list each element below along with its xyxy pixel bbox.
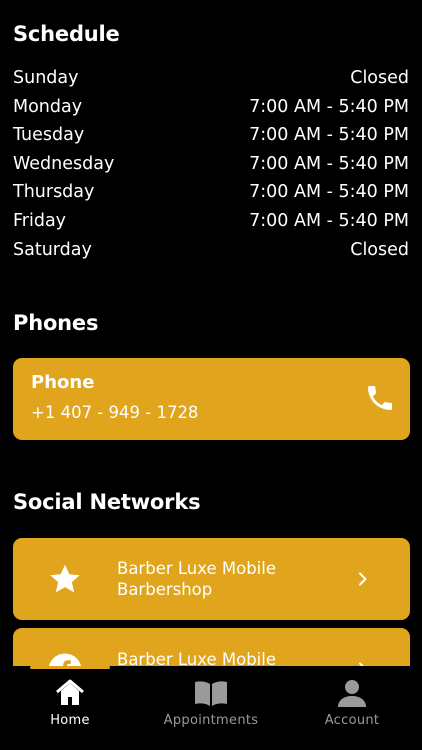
star-icon (50, 564, 80, 593)
schedule-day: Friday (13, 211, 67, 231)
schedule-row-friday: Friday 7:00 AM - 5:40 PM (13, 207, 409, 235)
schedule-row-wednesday: Wednesday 7:00 AM - 5:40 PM (13, 150, 409, 178)
phones-title: Phones (13, 311, 99, 335)
home-icon (56, 679, 84, 705)
tab-home[interactable]: Home (0, 678, 140, 728)
social-label: Barber Luxe Mobile (117, 650, 277, 666)
facebook-icon (48, 653, 82, 666)
schedule-day: Sunday (13, 68, 79, 88)
schedule-row-monday: Monday 7:00 AM - 5:40 PM (13, 93, 409, 121)
schedule-hours: 7:00 AM - 5:40 PM (249, 97, 409, 117)
phone-label: Phone (31, 372, 95, 393)
schedule-hours: 7:00 AM - 5:40 PM (249, 211, 409, 231)
schedule-hours: 7:00 AM - 5:40 PM (249, 125, 409, 145)
schedule-row-thursday: Thursday 7:00 AM - 5:40 PM (13, 178, 409, 206)
schedule-hours: 7:00 AM - 5:40 PM (249, 154, 409, 174)
social-label: Barber Luxe Mobile Barbershop (117, 559, 277, 599)
tab-bar: Home Appointments Account (0, 666, 422, 750)
social-title: Social Networks (13, 490, 201, 514)
schedule-row-tuesday: Tuesday 7:00 AM - 5:40 PM (13, 121, 409, 149)
schedule-title: Schedule (13, 22, 120, 46)
tab-label: Appointments (163, 713, 259, 728)
schedule-day: Wednesday (13, 154, 115, 174)
person-icon (338, 680, 366, 707)
phone-icon[interactable] (364, 382, 396, 414)
phone-number: +1 407 - 949 - 1728 (31, 403, 199, 422)
chevron-right-icon (359, 572, 367, 586)
social-item-facebook[interactable]: Barber Luxe Mobile (13, 628, 410, 666)
schedule-day: Saturday (13, 240, 92, 260)
tab-appointments[interactable]: Appointments (141, 678, 281, 728)
active-tab-indicator (30, 666, 110, 669)
schedule-day: Thursday (13, 182, 95, 202)
schedule-day: Tuesday (13, 125, 85, 145)
schedule-hours: 7:00 AM - 5:40 PM (249, 182, 409, 202)
phone-card[interactable]: Phone +1 407 - 949 - 1728 (13, 358, 410, 440)
schedule-row-sunday: Sunday Closed (13, 64, 409, 92)
schedule-hours: Closed (350, 68, 409, 88)
schedule-hours: Closed (350, 240, 409, 260)
tab-label: Home (50, 713, 90, 728)
scroll-content[interactable]: Schedule Sunday Closed Monday 7:00 AM - … (0, 0, 422, 666)
book-icon (195, 681, 227, 706)
schedule-row-saturday: Saturday Closed (13, 236, 409, 264)
tab-label: Account (324, 713, 380, 728)
schedule-day: Monday (13, 97, 83, 117)
social-item-barbershop[interactable]: Barber Luxe Mobile Barbershop (13, 538, 410, 620)
tab-account[interactable]: Account (282, 678, 422, 728)
